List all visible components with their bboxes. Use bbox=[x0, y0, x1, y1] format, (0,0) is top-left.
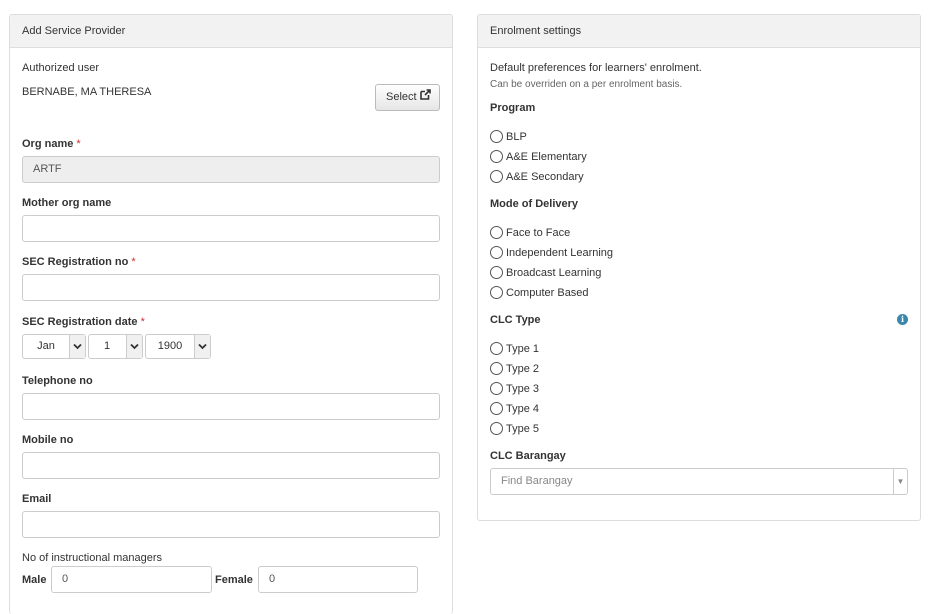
delivery-option-face-to-face[interactable]: Face to Face bbox=[490, 226, 570, 239]
authorized-user-value: BERNABE, MA THERESA bbox=[22, 86, 152, 98]
barangay-placeholder: Find Barangay bbox=[501, 475, 573, 487]
radio-button[interactable] bbox=[490, 130, 503, 143]
radio-label: Face to Face bbox=[506, 226, 571, 239]
org-name-label: Org name * bbox=[22, 138, 81, 150]
clc-type-label: CLC Type bbox=[490, 314, 541, 326]
radio-button[interactable] bbox=[490, 342, 503, 355]
program-option-ae-elementary[interactable]: A&E Elementary bbox=[490, 150, 587, 163]
delivery-option-independent[interactable]: Independent Learning bbox=[490, 246, 613, 259]
radio-button[interactable] bbox=[490, 422, 503, 435]
sec-reg-date-label: SEC Registration date * bbox=[22, 316, 145, 328]
enrolment-note: Can be overriden on a per enrolment basi… bbox=[490, 79, 683, 90]
radio-label: Type 2 bbox=[506, 362, 540, 375]
radio-label: Independent Learning bbox=[506, 246, 614, 259]
program-label: Program bbox=[490, 102, 536, 114]
telephone-field[interactable] bbox=[22, 393, 440, 420]
day-value: 1 bbox=[103, 340, 111, 352]
chevron-down-icon bbox=[194, 335, 210, 358]
year-select[interactable]: 1900 bbox=[145, 334, 211, 359]
delivery-option-broadcast[interactable]: Broadcast Learning bbox=[490, 266, 601, 279]
year-value: 1900 bbox=[157, 340, 183, 352]
radio-label: Type 5 bbox=[506, 422, 540, 435]
org-name-field[interactable]: ARTF bbox=[22, 156, 440, 183]
female-label: Female bbox=[215, 574, 253, 586]
select-user-button[interactable]: Select bbox=[375, 84, 440, 111]
radio-button[interactable] bbox=[490, 286, 503, 299]
clc-type-option-3[interactable]: Type 3 bbox=[490, 382, 539, 395]
delivery-label: Mode of Delivery bbox=[490, 198, 579, 210]
radio-label: Type 4 bbox=[506, 402, 540, 415]
radio-label: A&E Elementary bbox=[506, 150, 587, 163]
info-icon[interactable]: i bbox=[897, 314, 908, 325]
panel-title: Enrolment settings bbox=[478, 15, 920, 48]
caret-down-icon[interactable]: ▼ bbox=[893, 469, 907, 494]
radio-button[interactable] bbox=[490, 382, 503, 395]
radio-label: Broadcast Learning bbox=[506, 266, 602, 279]
mobile-label: Mobile no bbox=[22, 434, 74, 446]
external-link-icon bbox=[419, 85, 431, 110]
radio-label: Type 3 bbox=[506, 382, 540, 395]
chevron-down-icon bbox=[69, 335, 85, 358]
radio-button[interactable] bbox=[490, 226, 503, 239]
delivery-option-computer-based[interactable]: Computer Based bbox=[490, 286, 589, 299]
day-select[interactable]: 1 bbox=[88, 334, 143, 359]
clc-type-option-1[interactable]: Type 1 bbox=[490, 342, 539, 355]
email-field[interactable] bbox=[22, 511, 440, 538]
clc-type-option-2[interactable]: Type 2 bbox=[490, 362, 539, 375]
clc-type-option-4[interactable]: Type 4 bbox=[490, 402, 539, 415]
barangay-combobox[interactable]: Find Barangay ▼ bbox=[490, 468, 908, 495]
select-button-label: Select bbox=[386, 91, 417, 103]
email-label: Email bbox=[22, 493, 52, 505]
program-option-blp[interactable]: BLP bbox=[490, 130, 527, 143]
clc-type-option-5[interactable]: Type 5 bbox=[490, 422, 539, 435]
male-label: Male bbox=[22, 574, 47, 586]
authorized-user-label: Authorized user bbox=[22, 62, 100, 74]
mother-org-label: Mother org name bbox=[22, 197, 112, 209]
male-count-field[interactable]: 0 bbox=[51, 566, 212, 593]
clc-barangay-label: CLC Barangay bbox=[490, 450, 566, 462]
telephone-label: Telephone no bbox=[22, 375, 93, 387]
mother-org-field[interactable] bbox=[22, 215, 440, 242]
radio-button[interactable] bbox=[490, 266, 503, 279]
month-value: Jan bbox=[37, 340, 55, 352]
radio-button[interactable] bbox=[490, 246, 503, 259]
mobile-field[interactable] bbox=[22, 452, 440, 479]
radio-label: Type 1 bbox=[506, 342, 540, 355]
instructional-managers-label: No of instructional managers bbox=[22, 552, 163, 564]
panel-title: Add Service Provider bbox=[10, 15, 452, 48]
radio-label: A&E Secondary bbox=[506, 170, 584, 183]
radio-button[interactable] bbox=[490, 170, 503, 183]
enrolment-description: Default preferences for learners' enrolm… bbox=[490, 62, 702, 74]
sec-reg-no-label: SEC Registration no * bbox=[22, 256, 136, 268]
radio-button[interactable] bbox=[490, 402, 503, 415]
radio-label: Computer Based bbox=[506, 286, 589, 299]
program-option-ae-secondary[interactable]: A&E Secondary bbox=[490, 170, 584, 183]
female-count-field[interactable]: 0 bbox=[258, 566, 418, 593]
radio-button[interactable] bbox=[490, 362, 503, 375]
radio-button[interactable] bbox=[490, 150, 503, 163]
sec-reg-no-field[interactable] bbox=[22, 274, 440, 301]
radio-label: BLP bbox=[506, 130, 527, 143]
chevron-down-icon bbox=[126, 335, 142, 358]
month-select[interactable]: Jan bbox=[22, 334, 86, 359]
